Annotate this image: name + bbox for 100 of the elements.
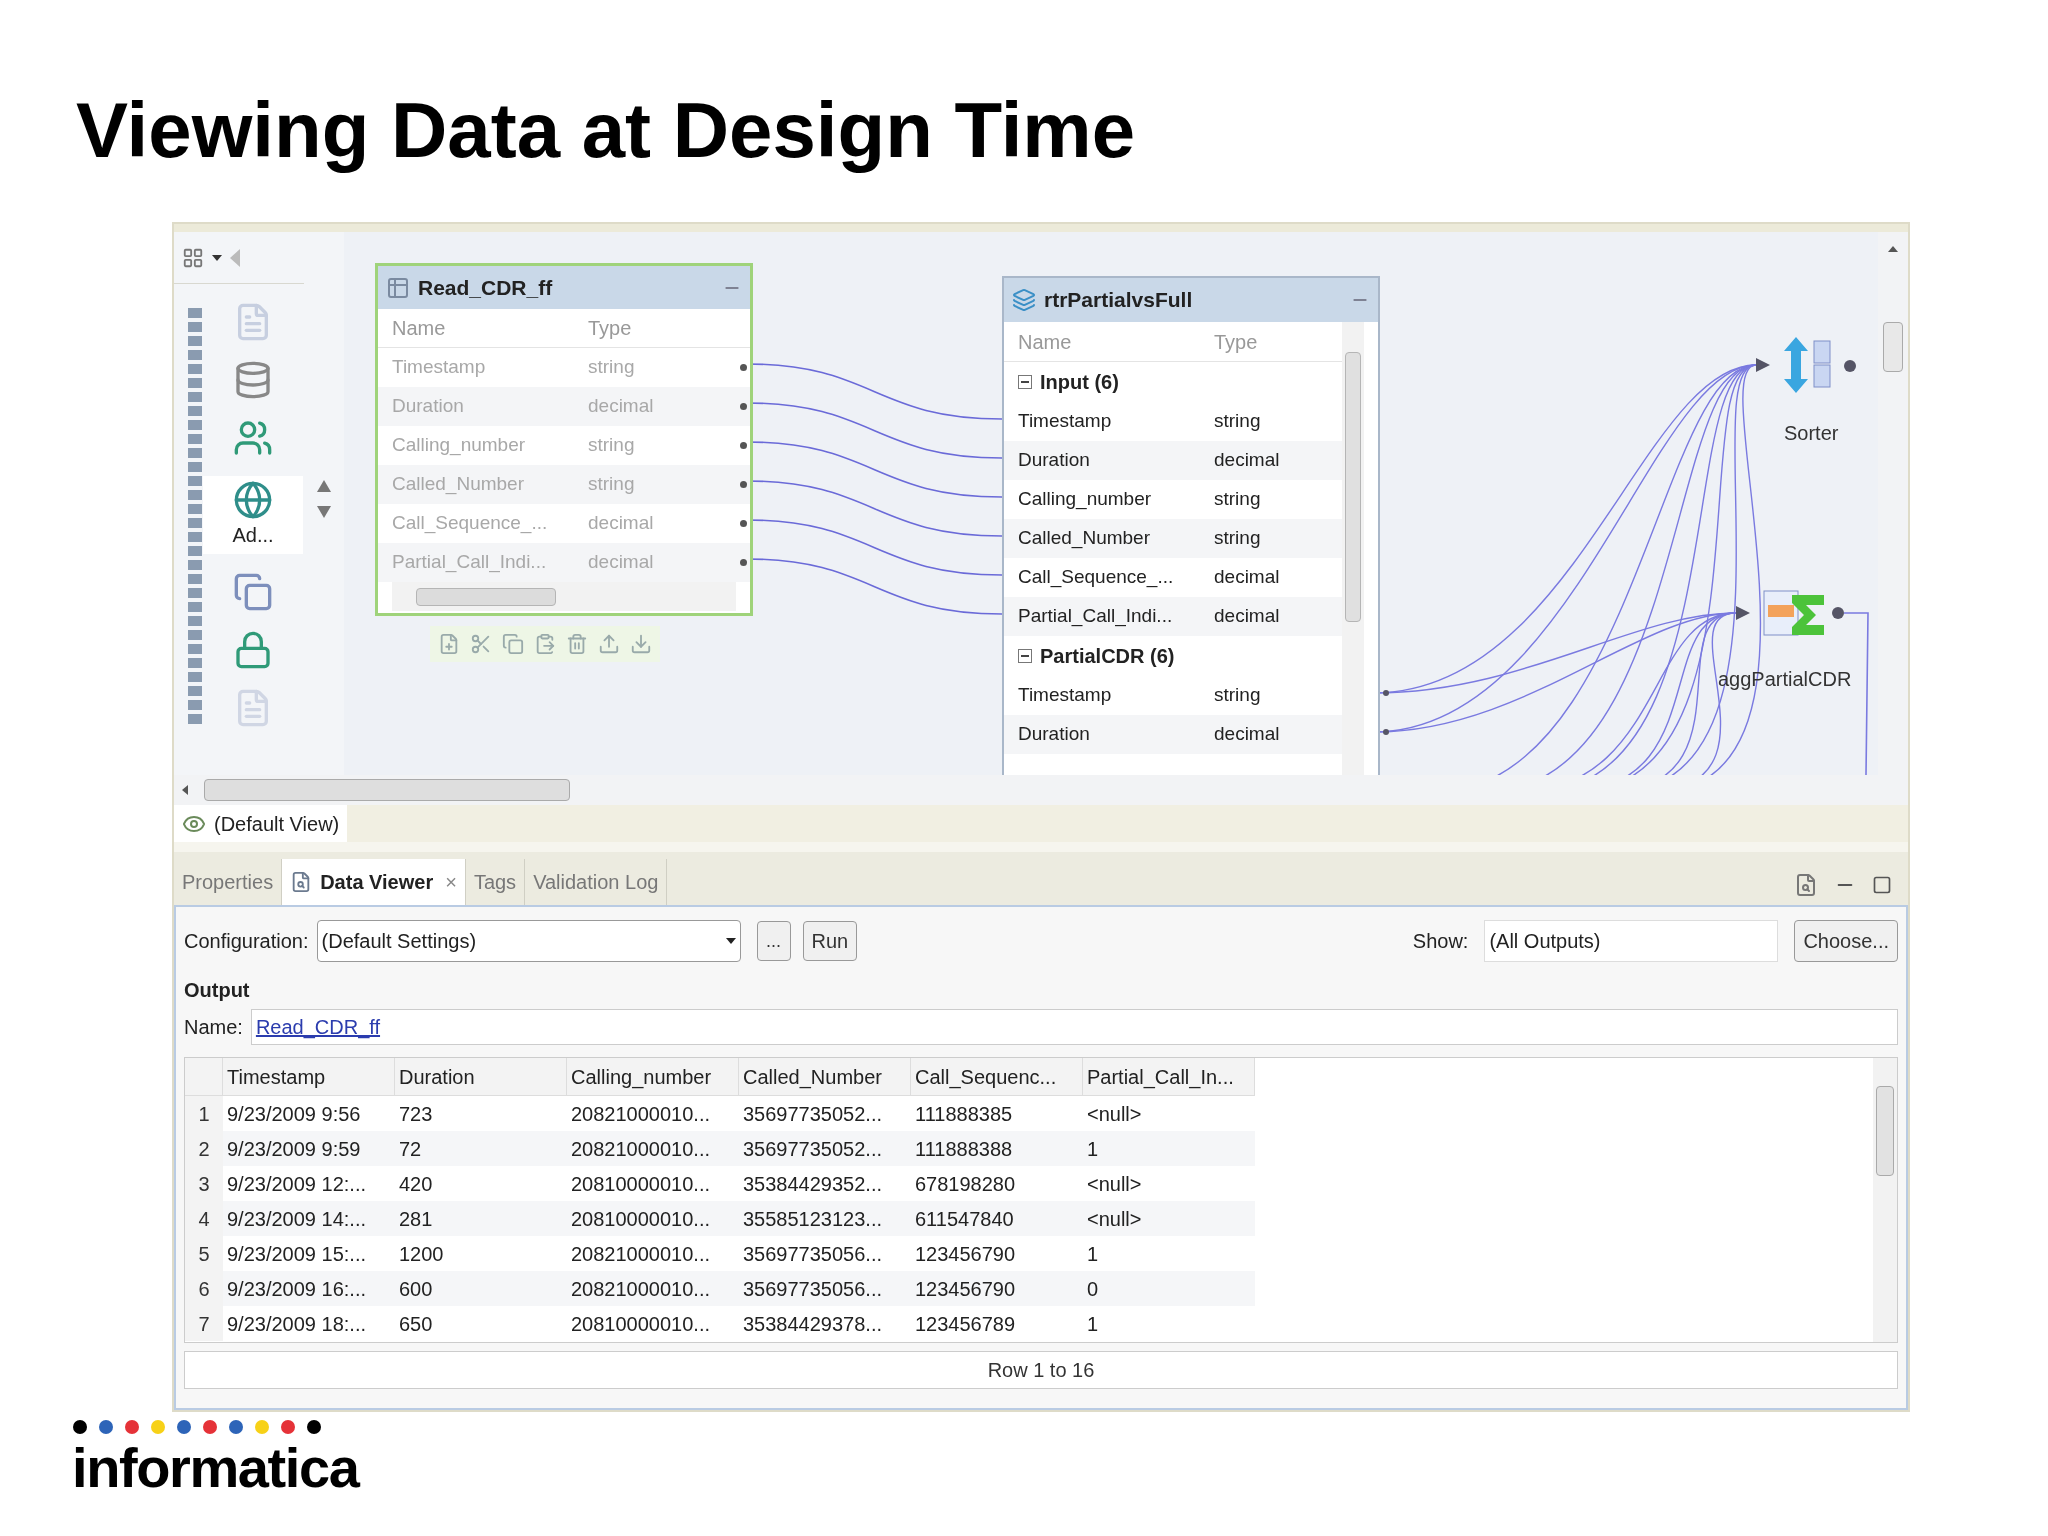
output-heading: Output	[184, 978, 250, 1003]
table-cell-text: 678198280	[914, 1171, 1017, 1197]
panel-tab[interactable]: Data Viewer ×	[282, 859, 466, 905]
lock-icon[interactable]	[233, 630, 273, 670]
column-header[interactable]: Call_Sequenc...	[911, 1058, 1083, 1095]
table-cell-text: 35697735056...	[742, 1241, 884, 1267]
field-type: string	[588, 472, 636, 497]
show-label: Show:	[1412, 929, 1469, 954]
table-cell-text: 9/23/2009 14:...	[226, 1206, 367, 1232]
field-name: Call_Sequence_...	[1018, 565, 1175, 590]
column-header[interactable]: Called_Number	[739, 1058, 911, 1095]
row-number: 5	[185, 1236, 223, 1271]
table-cell-text: 20821000010...	[570, 1136, 712, 1162]
cut-icon[interactable]	[470, 633, 492, 655]
field-type: string	[588, 433, 636, 458]
palette-item[interactable]: Ad...	[203, 476, 303, 554]
scroll-down-icon[interactable]	[317, 506, 331, 518]
field-name: Duration	[1018, 448, 1091, 473]
table-cell-text: 611547840	[914, 1206, 1015, 1232]
column-header: Name	[392, 316, 447, 341]
move-down-icon[interactable]	[630, 633, 652, 655]
table-cell-text: 111888388	[914, 1136, 1014, 1162]
row-status-bar: Row 1 to 16	[184, 1351, 1898, 1389]
table-cell-text: 35384429352...	[742, 1171, 884, 1197]
move-up-icon[interactable]	[598, 633, 620, 655]
horizontal-scrollbar[interactable]	[174, 775, 1908, 805]
field-name: Timestamp	[1018, 683, 1113, 708]
table-icon	[386, 275, 410, 300]
field-type: string	[588, 355, 636, 380]
document-icon[interactable]	[1794, 873, 1818, 897]
field-name: Called_Number	[1018, 526, 1151, 551]
field-type: decimal	[588, 550, 655, 575]
vertical-scrollbar[interactable]	[1878, 232, 1908, 775]
dropdown-icon[interactable]	[212, 254, 222, 261]
field-name: Calling_number	[392, 433, 527, 458]
table-cell-text: <null>	[1086, 1101, 1143, 1127]
port-dot[interactable]	[1832, 607, 1844, 619]
field-type: string	[1214, 409, 1262, 434]
configuration-dropdown[interactable]: (Default Settings)	[316, 920, 741, 962]
table-cell-text: 9/23/2009 12:...	[226, 1171, 367, 1197]
node-label: aggPartialCDR	[1718, 667, 1852, 692]
copy-icon[interactable]	[502, 633, 524, 655]
table-cell-text: 9/23/2009 16:...	[226, 1276, 367, 1302]
output-link[interactable]: Read_CDR_ff	[255, 1012, 381, 1042]
database-icon[interactable]	[233, 360, 273, 400]
field-type: decimal	[1214, 722, 1281, 747]
collapse-toggle[interactable]	[1018, 375, 1032, 389]
maximize-icon[interactable]	[1872, 875, 1892, 895]
arrowhead-icon	[1736, 606, 1750, 620]
horizontal-scrollbar[interactable]	[392, 582, 736, 611]
source-node[interactable]: Read_CDR_ff Name Type Timestamp string Duration decimal Calling_number string Called_Number string Call_Sequence_... decimal Partial_Call_Indi... decimal	[375, 263, 753, 616]
table-cell-text: 281	[398, 1206, 434, 1232]
column-header[interactable]: Partial_Call_In...	[1083, 1058, 1255, 1095]
table-cell-text: 123456790	[914, 1276, 1017, 1302]
more-button[interactable]: ...	[756, 921, 791, 961]
collapse-toggle[interactable]	[1018, 649, 1032, 663]
field-name: Partial_Call_Indi...	[392, 550, 548, 575]
column-header: Name	[1018, 329, 1073, 355]
vertical-scrollbar[interactable]	[1873, 1058, 1897, 1342]
view-tab[interactable]: (Default View)	[174, 805, 348, 842]
palette-item-label: Ad...	[232, 523, 274, 548]
logo-wordmark: informatica	[72, 1438, 361, 1498]
table-cell-text: 35585123123...	[742, 1206, 884, 1232]
vertical-scrollbar[interactable]	[1342, 322, 1364, 775]
column-header[interactable]: Timestamp	[223, 1058, 395, 1095]
close-tab-button[interactable]: ×	[445, 867, 457, 897]
port-dot[interactable]	[1383, 690, 1389, 696]
column-header[interactable]: Duration	[395, 1058, 567, 1095]
delete-icon[interactable]	[566, 633, 588, 655]
port-dot[interactable]	[1844, 360, 1856, 372]
table-cell-text: 600	[398, 1276, 434, 1302]
table-cell-text: 650	[398, 1311, 434, 1337]
new-icon[interactable]	[438, 633, 460, 655]
users-icon[interactable]	[233, 418, 273, 458]
field-name: Calling_number	[1018, 487, 1153, 512]
show-field[interactable]: (All Outputs)	[1484, 920, 1779, 962]
paste-icon[interactable]	[534, 633, 556, 655]
group-label: PartialCDR (6)	[1040, 644, 1175, 669]
copy-icon[interactable]	[233, 572, 273, 612]
field-name: Call_Sequence_...	[392, 511, 549, 536]
table-cell-text: 1	[1086, 1136, 1100, 1162]
column-header[interactable]: Calling_number	[567, 1058, 739, 1095]
field-name: Duration	[1018, 722, 1091, 747]
table-cell-text: 111888385	[914, 1101, 1014, 1127]
field-name: Timestamp	[392, 355, 487, 380]
scroll-up-icon[interactable]	[317, 480, 331, 492]
node-title: Read_CDR_ff	[418, 274, 553, 301]
router-node[interactable]	[1002, 276, 1380, 775]
palette-icon[interactable]	[182, 246, 204, 269]
column-header: Type	[588, 316, 633, 341]
field-type: string	[1214, 683, 1262, 708]
choose-button[interactable]: Choose...	[1794, 920, 1898, 962]
table-cell-text: 420	[398, 1171, 434, 1197]
table-cell-text: 1200	[398, 1241, 445, 1267]
port-dot[interactable]	[1383, 729, 1389, 735]
collapse-left-icon[interactable]	[230, 248, 240, 267]
table-cell-text: 20810000010...	[570, 1206, 712, 1232]
run-button[interactable]: Run	[802, 921, 858, 961]
field-type: decimal	[588, 511, 655, 536]
field-type: decimal	[1214, 565, 1281, 590]
